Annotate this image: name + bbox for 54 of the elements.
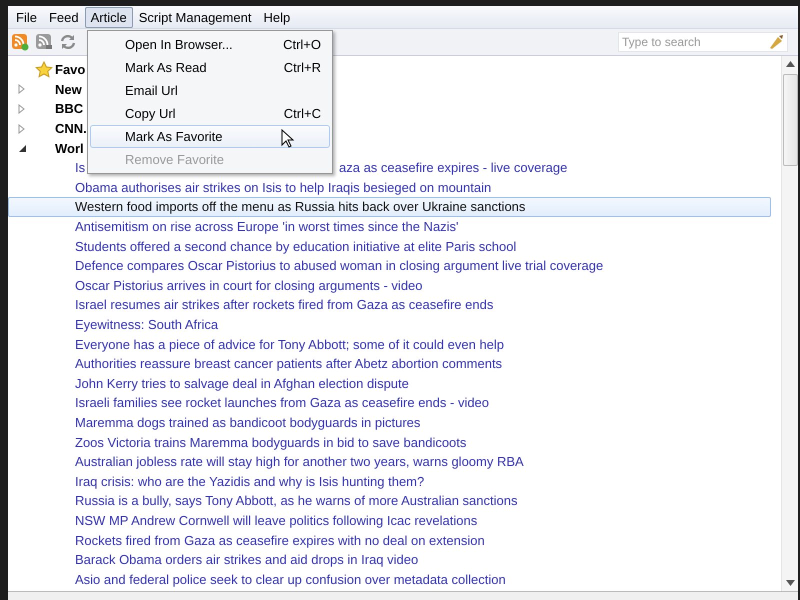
menu-item[interactable]: Mark As Favorite (90, 125, 330, 148)
article-title[interactable]: Maremma dogs trained as bandicoot bodyguards in pictures (75, 414, 420, 430)
menu-item[interactable]: File (10, 6, 43, 28)
article-title[interactable]: Everyone has a piece of advice for Tony Abbott; some of it could even help (75, 336, 504, 352)
article-title[interactable]: Iraq crisis: who are the Yazidis and why is Isis hunting them? (75, 474, 424, 489)
feed-label[interactable]: BBC (55, 101, 84, 116)
menu-item[interactable]: Mark As Read Ctrl+R (90, 56, 330, 79)
article-title[interactable]: Is (75, 160, 86, 176)
feed-label[interactable]: New (55, 82, 82, 97)
expand-icon[interactable] (17, 84, 27, 94)
article-title[interactable]: Western food imports off the menu as Russia hits back over Ukraine sanctions (75, 199, 526, 214)
collapse-icon[interactable] (17, 143, 27, 154)
menu-item[interactable]: Copy Url Ctrl+C (90, 102, 330, 125)
article-title[interactable]: Authorities reassure breast cancer patients after Abetz abortion comments (75, 356, 502, 372)
scroll-thumb[interactable] (782, 74, 798, 166)
article-title[interactable]: Eyewitness: South Africa (75, 317, 218, 332)
refresh-icon[interactable] (59, 33, 77, 51)
article-title[interactable]: Israeli families see rocket launches from Gaza as ceasefire ends - video (75, 395, 490, 410)
menu-item[interactable]: Email Url (90, 79, 330, 102)
broom-icon[interactable] (767, 34, 785, 50)
article-title[interactable]: Students offered a second chance by education initiative at elite Paris school (75, 238, 516, 254)
article-title[interactable]: Australian jobless rate will stay high for another two years, warns gloomy RBA (75, 454, 524, 470)
menu-item[interactable]: Help (257, 6, 296, 28)
expand-icon[interactable] (17, 124, 27, 134)
feed-label[interactable]: CNN. (55, 121, 87, 136)
article-title[interactable]: John Kerry tries to salvage deal in Afghan election dispute (75, 376, 409, 391)
scrollbar[interactable] (781, 56, 798, 591)
star-icon (35, 60, 53, 79)
article-title[interactable]: Antisemitism on rise across Europe 'in worst times since the Nazis' (75, 219, 459, 234)
expand-icon[interactable] (17, 104, 27, 114)
article-title[interactable]: Israel resumes air strikes after rockets fired from Gaza as ceasefire ends (75, 297, 494, 312)
article-title[interactable]: Obama authorises air strikes on Isis to help Iraqis besieged on mountain (75, 180, 492, 195)
rss-icon[interactable] (35, 33, 53, 51)
rss-add-icon[interactable] (11, 33, 29, 51)
menu-item[interactable]: Open In Browser... Ctrl+O (90, 33, 330, 56)
scroll-down-icon[interactable] (786, 580, 794, 586)
feed-label[interactable]: Worl (55, 140, 84, 156)
article-title[interactable]: Russia is a bully, says Tony Abbott, as he warns of more Australian sanctions (75, 493, 518, 508)
selected-row[interactable]: Western food imports off the menu as Russia hits back over Ukraine sanctions (8, 197, 771, 217)
cursor-icon (281, 129, 295, 149)
article-title[interactable]: Zoos Victoria trains Maremma bodyguards in bid to save bandicoots (75, 434, 466, 450)
article-title[interactable]: Rockets fired from Gaza as ceasefire expires with no deal on extension (75, 532, 485, 548)
article-title[interactable]: Asio and federal police seek to clear up confusion over metadata collection (75, 572, 506, 587)
article-title[interactable]: NSW MP Andrew Cornwell will leave politics following Icac revelations (75, 512, 478, 528)
article-title[interactable]: aza as ceasefire expires - live coverage (339, 160, 568, 176)
search-field[interactable]: Type to search (618, 32, 788, 52)
menu-item[interactable]: Script Management (132, 6, 258, 28)
article-title[interactable]: Barack Obama orders air strikes and aid drops in Iraq video (75, 552, 418, 568)
scroll-up-icon[interactable] (786, 61, 794, 67)
article-title[interactable]: Oscar Pistorius arrives in court for closing arguments - video (75, 278, 423, 293)
article-title[interactable]: Defence compares Oscar Pistorius to abused woman in closing argument live trial coverage (75, 258, 604, 274)
menu-item[interactable]: Feed (42, 6, 85, 28)
menu-item[interactable]: Article (84, 6, 133, 28)
feed-label[interactable]: Favo (55, 62, 86, 78)
